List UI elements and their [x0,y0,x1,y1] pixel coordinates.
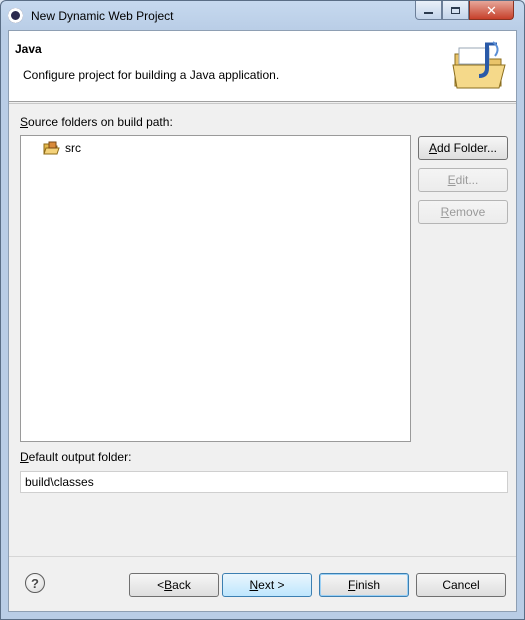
page-title: Java [15,42,42,56]
edit-button[interactable]: Edit... [418,168,508,192]
maximize-icon [451,6,460,14]
finish-button[interactable]: Finish [319,573,409,597]
list-item-label: src [65,141,81,155]
page-description: Configure project for building a Java ap… [23,68,280,82]
back-button[interactable]: < Back [129,573,219,597]
close-button[interactable]: ✕ [469,1,514,20]
java-project-folder-icon [452,41,506,89]
maximize-button[interactable] [442,1,469,20]
close-icon: ✕ [486,2,497,18]
output-folder-field[interactable]: build\classes [20,471,508,493]
footer-separator [9,556,516,557]
list-item[interactable]: src [43,140,81,156]
wizard-header: Java Configure project for building a Ja… [9,31,516,102]
dialog-window: New Dynamic Web Project ✕ Java Configure… [0,0,525,620]
next-button[interactable]: Next > [222,573,312,597]
minimize-button[interactable] [415,1,442,20]
header-separator [9,103,516,104]
package-folder-icon [43,141,60,154]
remove-button[interactable]: Remove [418,200,508,224]
source-folders-label: Source folders on build path: [20,115,173,129]
help-icon[interactable]: ? [25,573,45,593]
eclipse-app-icon [8,8,23,23]
window-title: New Dynamic Web Project [31,9,174,23]
source-folders-list[interactable]: src [20,135,411,442]
add-folder-button[interactable]: Add Folder... [418,136,508,160]
minimize-icon [424,12,433,14]
cancel-button[interactable]: Cancel [416,573,506,597]
default-output-folder-label: Default output folder: [20,450,132,464]
dialog-client-area: Java Configure project for building a Ja… [8,30,517,612]
title-bar[interactable]: New Dynamic Web Project ✕ [1,1,524,30]
